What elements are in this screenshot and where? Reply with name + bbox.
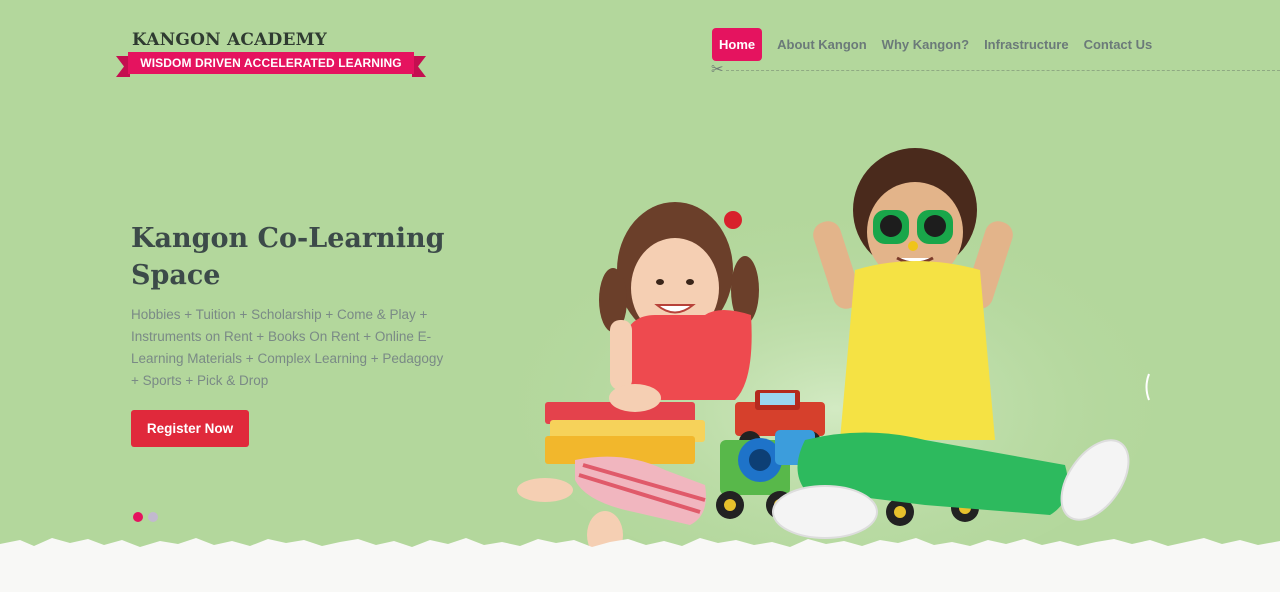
logo-ribbon: WISDOM DRIVEN ACCELERATED LEARNING bbox=[116, 52, 426, 79]
slider-dot-1[interactable] bbox=[133, 512, 143, 522]
main-nav: Home About Kangon Why Kangon? Infrastruc… bbox=[712, 27, 1167, 61]
nav-item-home[interactable]: Home bbox=[712, 27, 763, 61]
nav-item-infrastructure[interactable]: Infrastructure bbox=[984, 37, 1069, 52]
site-logo[interactable]: KANGON ACADEMY WISDOM DRIVEN ACCELERATED… bbox=[116, 30, 426, 82]
logo-title: KANGON ACADEMY bbox=[132, 30, 327, 50]
slider-next-arrow[interactable] bbox=[1144, 372, 1150, 402]
nav-divider bbox=[726, 70, 1280, 71]
register-now-button[interactable]: Register Now bbox=[131, 410, 249, 447]
nav-item-contact-us[interactable]: Contact Us bbox=[1084, 37, 1153, 52]
hero-description: Hobbies + Tuition + Scholarship + Come &… bbox=[131, 307, 444, 388]
hero-title: Kangon Co-Learning Space bbox=[131, 223, 445, 291]
hero-kids-image bbox=[515, 148, 1155, 570]
logo-tagline: WISDOM DRIVEN ACCELERATED LEARNING bbox=[140, 56, 402, 70]
torn-paper-divider bbox=[0, 538, 1280, 592]
slider-pagination bbox=[133, 512, 163, 522]
scissors-icon: ✂ bbox=[711, 60, 724, 78]
nav-item-about-kangon[interactable]: About Kangon bbox=[777, 37, 867, 52]
slider-dot-2[interactable] bbox=[148, 512, 158, 522]
nav-item-why-kangon[interactable]: Why Kangon? bbox=[882, 37, 969, 52]
